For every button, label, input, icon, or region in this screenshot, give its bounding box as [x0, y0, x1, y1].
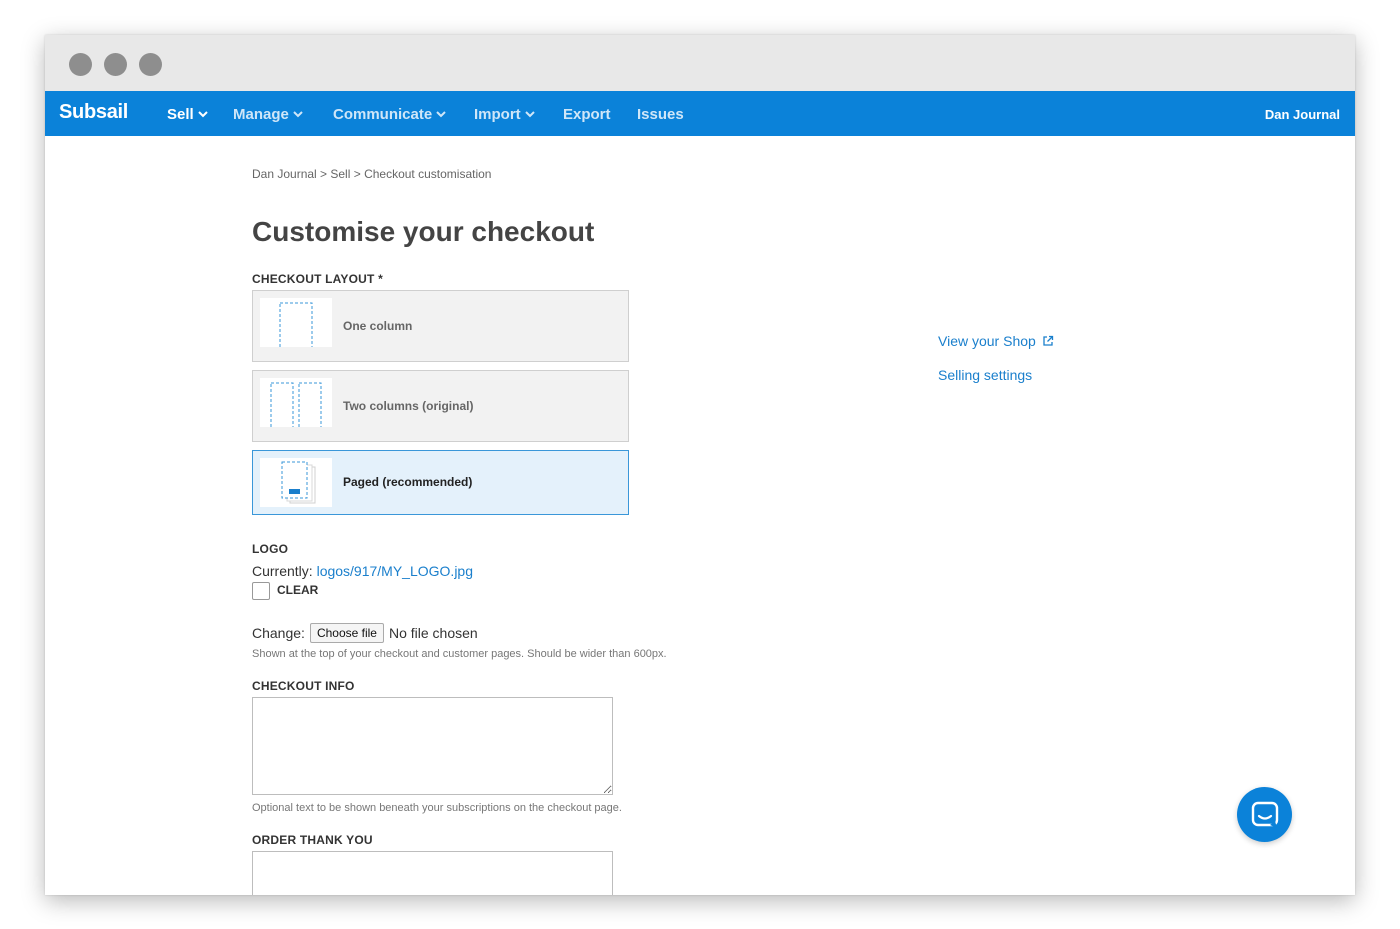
chevron-down-icon	[524, 111, 535, 118]
nav-item-manage[interactable]: Manage	[233, 106, 303, 123]
checkout-info-help-text: Optional text to be shown beneath your s…	[252, 802, 622, 814]
clear-logo-label: CLEAR	[277, 583, 319, 597]
nav-item-export[interactable]: Export	[563, 106, 611, 123]
layout-option-label: Two columns (original)	[343, 399, 474, 413]
chevron-down-icon	[436, 111, 446, 118]
layout-option-label: Paged (recommended)	[343, 475, 473, 489]
logo-label: LOGO	[252, 542, 289, 556]
browser-window: Subsail Sell Manage Communicate Import E…	[45, 35, 1355, 895]
nav-item-label: Import	[474, 106, 521, 123]
breadcrumb: Dan Journal > Sell > Checkout customisat…	[252, 167, 492, 181]
two-columns-icon	[270, 382, 322, 434]
nav-item-label: Issues	[637, 106, 684, 123]
order-thank-you-textarea[interactable]	[252, 851, 613, 895]
chat-icon	[1251, 801, 1278, 828]
layout-option-one-column[interactable]: One column	[252, 290, 629, 362]
view-shop-link[interactable]: View your Shop	[938, 333, 1054, 349]
window-minimize-dot[interactable]	[104, 53, 127, 76]
nav-item-communicate[interactable]: Communicate	[333, 106, 446, 123]
selling-settings-link[interactable]: Selling settings	[938, 367, 1032, 383]
brand-logo[interactable]: Subsail	[59, 101, 128, 124]
chevron-down-icon	[293, 111, 303, 118]
window-titlebar	[45, 35, 1355, 91]
nav-item-label: Export	[563, 106, 611, 123]
external-link-icon	[1043, 335, 1053, 346]
one-column-icon	[279, 302, 313, 354]
nav-item-label: Communicate	[333, 106, 433, 123]
view-shop-label: View your Shop	[938, 333, 1036, 349]
nav-item-label: Manage	[233, 106, 289, 123]
two-columns-thumbnail	[260, 378, 332, 434]
nav-item-sell[interactable]: Sell	[167, 106, 208, 123]
file-status: No file chosen	[388, 625, 478, 641]
change-logo-line: Change: Choose file No file chosen	[252, 623, 478, 643]
order-thank-you-label: ORDER THANK YOU	[252, 833, 373, 847]
clear-logo-checkbox[interactable]	[252, 582, 270, 600]
current-logo-line: Currently: logos/917/MY_LOGO.jpg	[252, 563, 473, 579]
current-logo-link[interactable]: logos/917/MY_LOGO.jpg	[317, 563, 473, 579]
main-content: Dan Journal > Sell > Checkout customisat…	[45, 136, 1355, 895]
user-menu[interactable]: Dan Journal	[1265, 107, 1340, 122]
layout-option-label: One column	[343, 319, 413, 333]
chevron-down-icon	[197, 111, 208, 118]
layout-option-two-columns[interactable]: Two columns (original)	[252, 370, 629, 442]
window-maximize-dot[interactable]	[139, 53, 162, 76]
logo-help-text: Shown at the top of your checkout and cu…	[252, 648, 667, 660]
page-title: Customise your checkout	[252, 216, 595, 247]
nav-item-issues[interactable]: Issues	[637, 106, 684, 123]
checkout-info-textarea[interactable]	[252, 697, 613, 795]
checkout-info-label: CHECKOUT INFO	[252, 679, 355, 693]
top-navbar: Subsail Sell Manage Communicate Import E…	[45, 91, 1355, 136]
current-prefix: Currently:	[252, 563, 313, 579]
choose-file-button[interactable]: Choose file	[309, 623, 384, 643]
paged-thumbnail	[260, 458, 332, 507]
window-close-dot[interactable]	[69, 53, 92, 76]
checkout-layout-label: CHECKOUT LAYOUT *	[252, 272, 383, 286]
nav-item-import[interactable]: Import	[474, 106, 535, 123]
one-column-thumbnail	[260, 298, 332, 354]
paged-icon	[281, 461, 316, 504]
change-label: Change:	[252, 625, 305, 641]
chat-launcher-button[interactable]	[1237, 787, 1292, 842]
nav-item-label: Sell	[167, 106, 194, 123]
layout-option-paged[interactable]: Paged (recommended)	[252, 450, 629, 515]
